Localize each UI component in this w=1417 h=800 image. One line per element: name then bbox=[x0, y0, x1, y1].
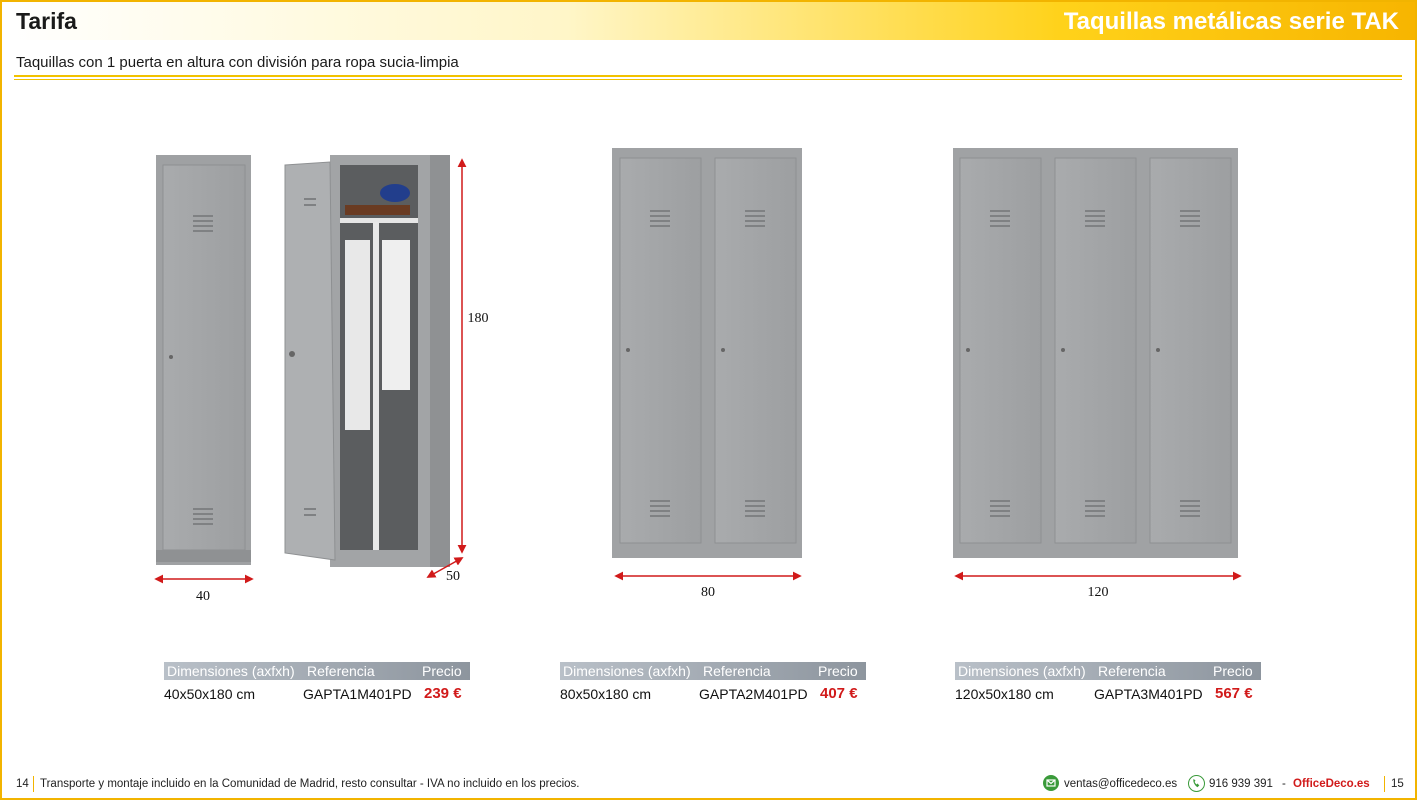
price-table-1: Dimensiones (axfxh) Referencia Precio 40… bbox=[164, 662, 470, 704]
table-row: 80x50x180 cm GAPTA2M401PD 407 € bbox=[560, 680, 866, 704]
header-reference: Referencia bbox=[703, 663, 771, 679]
header-price: Precio bbox=[422, 663, 462, 679]
locker-triple bbox=[953, 148, 1238, 558]
cell-price: 407 € bbox=[820, 685, 858, 702]
cell-dimension: 40x50x180 cm bbox=[164, 686, 256, 702]
email-icon bbox=[1043, 775, 1059, 791]
locker-double bbox=[612, 148, 802, 558]
footer-brand[interactable]: OfficeDeco.es bbox=[1293, 778, 1370, 790]
cell-dimension: 120x50x180 cm bbox=[955, 686, 1054, 702]
locker-illustrations: 40 180 50 80 120 bbox=[154, 148, 1242, 604]
header-dimensions: Dimensiones (axfxh) bbox=[563, 663, 691, 679]
cell-price: 239 € bbox=[424, 685, 462, 702]
locker-single-open bbox=[284, 155, 450, 567]
dim-depth: 50 bbox=[446, 569, 460, 584]
cell-dimension: 80x50x180 cm bbox=[560, 686, 652, 702]
page-number-right: 15 bbox=[1391, 778, 1404, 790]
table-header: Dimensiones (axfxh) Referencia Precio bbox=[560, 662, 866, 680]
phone-icon bbox=[1188, 775, 1205, 792]
header-dimensions: Dimensiones (axfxh) bbox=[958, 663, 1086, 679]
dim-height: 180 bbox=[468, 311, 489, 326]
dim-width-2: 80 bbox=[701, 585, 715, 600]
header-dimensions: Dimensiones (axfxh) bbox=[167, 663, 295, 679]
header-reference: Referencia bbox=[1098, 663, 1166, 679]
divider bbox=[33, 776, 34, 792]
footer-dash: - bbox=[1282, 778, 1286, 790]
page-footer: 14 Transporte y montaje incluido en la C… bbox=[0, 772, 1417, 796]
divider bbox=[1384, 776, 1385, 792]
dim-width-1: 40 bbox=[196, 589, 210, 604]
dim-width-3: 120 bbox=[1088, 585, 1109, 600]
table-row: 40x50x180 cm GAPTA1M401PD 239 € bbox=[164, 680, 470, 704]
footer-phone: 916 939 391 bbox=[1209, 778, 1273, 790]
cell-reference: GAPTA2M401PD bbox=[699, 686, 808, 702]
footer-email[interactable]: ventas@officedeco.es bbox=[1064, 778, 1177, 790]
header-price: Precio bbox=[818, 663, 858, 679]
table-header: Dimensiones (axfxh) Referencia Precio bbox=[955, 662, 1261, 680]
header-reference: Referencia bbox=[307, 663, 375, 679]
price-table-2: Dimensiones (axfxh) Referencia Precio 80… bbox=[560, 662, 866, 704]
page-number-left: 14 bbox=[16, 778, 29, 790]
header-price: Precio bbox=[1213, 663, 1253, 679]
cell-reference: GAPTA3M401PD bbox=[1094, 686, 1203, 702]
price-table-3: Dimensiones (axfxh) Referencia Precio 12… bbox=[955, 662, 1261, 704]
table-row: 120x50x180 cm GAPTA3M401PD 567 € bbox=[955, 680, 1261, 704]
cell-price: 567 € bbox=[1215, 685, 1253, 702]
table-header: Dimensiones (axfxh) Referencia Precio bbox=[164, 662, 470, 680]
cell-reference: GAPTA1M401PD bbox=[303, 686, 412, 702]
footer-note: Transporte y montaje incluido en la Comu… bbox=[40, 778, 580, 790]
locker-single-closed bbox=[156, 155, 251, 565]
